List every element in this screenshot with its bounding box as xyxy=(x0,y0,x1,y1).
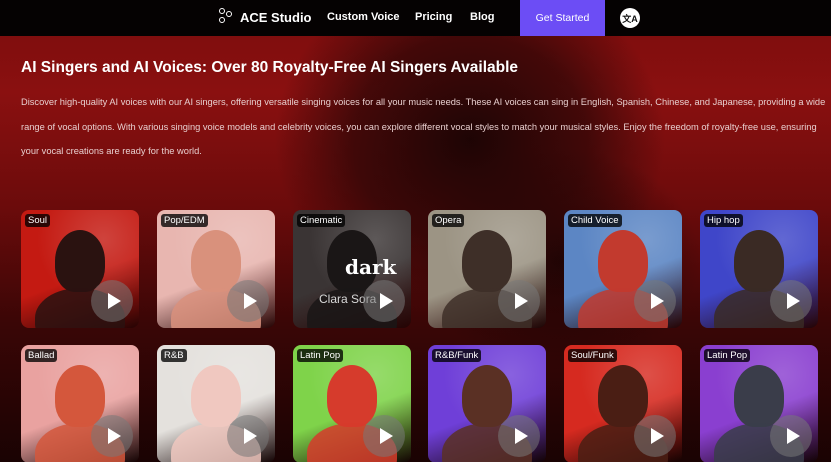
singer-card[interactable]: dark Clara Sora Cinematic xyxy=(293,210,411,328)
singer-card[interactable]: Soul/Funk xyxy=(564,345,682,462)
brand-logo[interactable]: ACE Studio xyxy=(219,8,312,26)
singer-portrait xyxy=(462,230,512,292)
nav-custom-voice[interactable]: Custom Voice xyxy=(327,11,400,23)
play-icon[interactable] xyxy=(227,415,269,457)
genre-tag: Latin Pop xyxy=(297,349,344,362)
singer-card[interactable]: Latin Pop xyxy=(700,345,818,462)
play-icon[interactable] xyxy=(91,415,133,457)
genre-tag: R&B xyxy=(161,349,187,362)
play-icon[interactable] xyxy=(770,415,812,457)
singer-portrait xyxy=(55,365,105,427)
singer-card[interactable]: R&B xyxy=(157,345,275,462)
singer-portrait xyxy=(462,365,512,427)
genre-tag: Cinematic xyxy=(297,214,346,227)
singer-portrait xyxy=(598,230,648,292)
singer-card[interactable]: Latin Pop xyxy=(293,345,411,462)
translate-icon[interactable]: 文A xyxy=(620,8,640,28)
play-icon[interactable] xyxy=(770,280,812,322)
singer-portrait xyxy=(191,230,241,292)
play-icon[interactable] xyxy=(363,415,405,457)
play-icon[interactable] xyxy=(227,280,269,322)
singer-portrait xyxy=(734,230,784,292)
ace-logo-icon xyxy=(219,8,235,26)
get-started-button[interactable]: Get Started xyxy=(520,0,605,36)
singer-portrait xyxy=(191,365,241,427)
genre-tag: Latin Pop xyxy=(704,349,751,362)
genre-tag: Hip hop xyxy=(704,214,743,227)
genre-tag: Ballad xyxy=(25,349,58,362)
play-icon[interactable] xyxy=(634,280,676,322)
singer-card[interactable]: Child Voice xyxy=(564,210,682,328)
singer-card[interactable]: Hip hop xyxy=(700,210,818,328)
play-icon[interactable] xyxy=(91,280,133,322)
genre-tag: Opera xyxy=(432,214,465,227)
genre-tag: Child Voice xyxy=(568,214,622,227)
album-title: dark xyxy=(345,255,397,279)
genre-tag: Soul xyxy=(25,214,51,227)
singer-portrait xyxy=(327,365,377,427)
play-icon[interactable] xyxy=(363,280,405,322)
singer-card[interactable]: Ballad xyxy=(21,345,139,462)
singer-portrait xyxy=(598,365,648,427)
singer-portrait xyxy=(55,230,105,292)
singer-card[interactable]: Opera xyxy=(428,210,546,328)
singer-portrait xyxy=(734,365,784,427)
play-icon[interactable] xyxy=(634,415,676,457)
page-title: AI Singers and AI Voices: Over 80 Royalt… xyxy=(21,59,519,76)
nav-pricing[interactable]: Pricing xyxy=(415,11,452,23)
page-description: Discover high-quality AI voices with our… xyxy=(21,97,826,156)
brand-name: ACE Studio xyxy=(240,9,312,25)
genre-tag: R&B/Funk xyxy=(432,349,482,362)
top-navigation: ACE Studio Custom Voice Pricing Blog Get… xyxy=(0,0,831,36)
singer-card[interactable]: R&B/Funk xyxy=(428,345,546,462)
nav-blog[interactable]: Blog xyxy=(470,11,494,23)
play-icon[interactable] xyxy=(498,415,540,457)
genre-tag: Pop/EDM xyxy=(161,214,208,227)
singer-card[interactable]: Soul xyxy=(21,210,139,328)
play-icon[interactable] xyxy=(498,280,540,322)
singer-card[interactable]: Pop/EDM xyxy=(157,210,275,328)
genre-tag: Soul/Funk xyxy=(568,349,617,362)
